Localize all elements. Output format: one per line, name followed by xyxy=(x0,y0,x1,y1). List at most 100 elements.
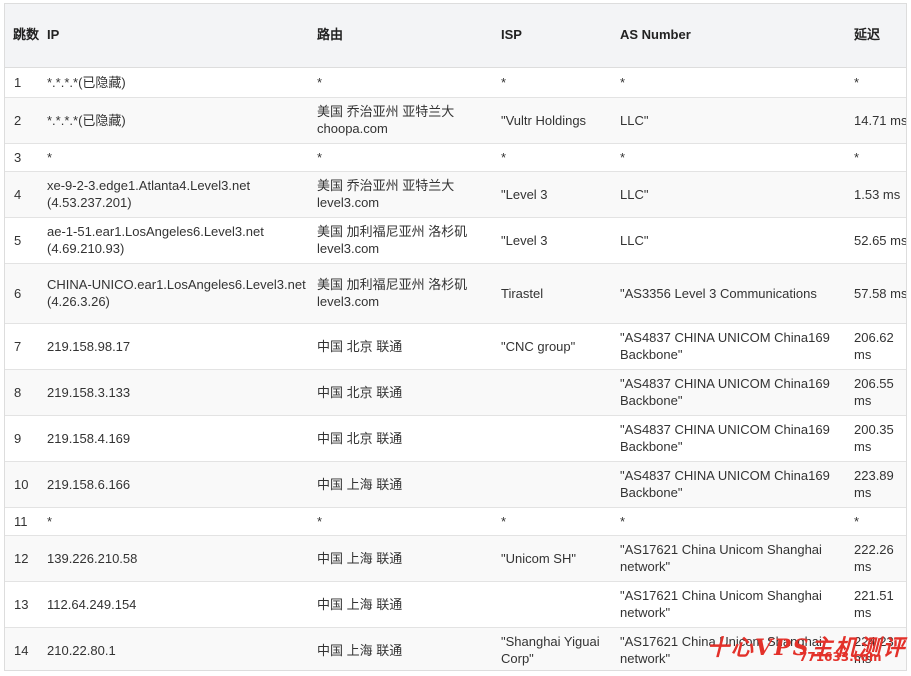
cell-hop: 6 xyxy=(5,262,39,323)
cell-ip: CHINA-UNICO.ear1.LosAngeles6.Level3.net … xyxy=(39,262,309,323)
cell-isp: "Shanghai Yiguai Corp" xyxy=(493,626,612,670)
cell-route: 中国 北京 联通 xyxy=(309,322,493,369)
cell-route: 美国 乔治亚州 亚特兰大 level3.com xyxy=(309,170,493,217)
table-row: 11 * * * * * xyxy=(5,506,906,535)
cell-ip: 219.158.3.133 xyxy=(39,368,309,415)
cell-latency: 222.26 ms xyxy=(846,534,906,581)
cell-isp xyxy=(493,580,612,627)
cell-latency: 221.51 ms xyxy=(846,580,906,627)
cell-latency: 223.89 ms xyxy=(846,460,906,507)
header-row: 跳数 IP 路由 ISP AS Number 延迟 xyxy=(5,4,906,68)
cell-as-number: * xyxy=(612,506,846,535)
cell-ip: * xyxy=(39,142,309,171)
cell-route: 中国 上海 联通 xyxy=(309,460,493,507)
cell-latency: 14.71 ms xyxy=(846,96,906,143)
column-header-ip: IP xyxy=(39,4,309,68)
cell-as-number: LLC" xyxy=(612,96,846,143)
cell-ip: *.*.*.*(已隐藏) xyxy=(39,66,309,97)
cell-route: 中国 上海 联通 xyxy=(309,626,493,670)
cell-hop: 1 xyxy=(5,66,39,97)
cell-hop: 4 xyxy=(5,170,39,217)
cell-isp: * xyxy=(493,506,612,535)
cell-ip: * xyxy=(39,506,309,535)
cell-latency: * xyxy=(846,506,906,535)
cell-ip: *.*.*.*(已隐藏) xyxy=(39,96,309,143)
cell-isp xyxy=(493,460,612,507)
table-row: 2 *.*.*.*(已隐藏) 美国 乔治亚州 亚特兰大 choopa.com "… xyxy=(5,96,906,143)
cell-isp xyxy=(493,414,612,461)
cell-ip: xe-9-2-3.edge1.Atlanta4.Level3.net (4.53… xyxy=(39,170,309,217)
cell-route: 中国 北京 联通 xyxy=(309,414,493,461)
table-row: 13 112.64.249.154 中国 上海 联通 "AS17621 Chin… xyxy=(5,580,906,627)
cell-hop: 9 xyxy=(5,414,39,461)
cell-route: * xyxy=(309,142,493,171)
table-row: 9 219.158.4.169 中国 北京 联通 "AS4837 CHINA U… xyxy=(5,414,906,461)
cell-ip: 219.158.4.169 xyxy=(39,414,309,461)
cell-isp xyxy=(493,368,612,415)
cell-isp: * xyxy=(493,66,612,97)
cell-as-number: * xyxy=(612,142,846,171)
cell-ip: 210.22.80.1 xyxy=(39,626,309,670)
cell-as-number: "AS17621 China Unicom Shanghai network" xyxy=(612,580,846,627)
column-header-latency: 延迟 xyxy=(846,4,906,68)
cell-route: 美国 加利福尼亚州 洛杉矶 level3.com xyxy=(309,262,493,323)
table-row: 7 219.158.98.17 中国 北京 联通 "CNC group" "AS… xyxy=(5,322,906,369)
cell-as-number: LLC" xyxy=(612,170,846,217)
cell-route: 美国 加利福尼亚州 洛杉矶 level3.com xyxy=(309,216,493,263)
cell-ip: ae-1-51.ear1.LosAngeles6.Level3.net (4.6… xyxy=(39,216,309,263)
cell-hop: 2 xyxy=(5,96,39,143)
cell-latency: 224.23 ms xyxy=(846,626,906,670)
table-row: 1 *.*.*.*(已隐藏) * * * * xyxy=(5,66,906,97)
cell-ip: 112.64.249.154 xyxy=(39,580,309,627)
cell-latency: 200.35 ms xyxy=(846,414,906,461)
cell-isp: "Level 3 xyxy=(493,170,612,217)
cell-as-number: "AS4837 CHINA UNICOM China169 Backbone" xyxy=(612,368,846,415)
cell-as-number: "AS17621 China Unicom Shanghai network" xyxy=(612,626,846,670)
cell-as-number: "AS4837 CHINA UNICOM China169 Backbone" xyxy=(612,414,846,461)
cell-as-number: "AS4837 CHINA UNICOM China169 Backbone" xyxy=(612,460,846,507)
cell-isp: Tirastel xyxy=(493,262,612,323)
column-header-route: 路由 xyxy=(309,4,493,68)
cell-as-number: "AS4837 CHINA UNICOM China169 Backbone" xyxy=(612,322,846,369)
table-body: 1 *.*.*.*(已隐藏) * * * * 2 *.*.*.*(已隐藏) 美国… xyxy=(5,66,906,670)
cell-latency: 57.58 ms xyxy=(846,262,906,323)
cell-route: 中国 上海 联通 xyxy=(309,580,493,627)
column-header-hop: 跳数 xyxy=(5,4,39,68)
cell-as-number: * xyxy=(612,66,846,97)
table-row: 3 * * * * * xyxy=(5,142,906,171)
cell-as-number: "AS3356 Level 3 Communications xyxy=(612,262,846,323)
cell-as-number: LLC" xyxy=(612,216,846,263)
cell-route: * xyxy=(309,66,493,97)
cell-route: 中国 北京 联通 xyxy=(309,368,493,415)
traceroute-table: 跳数 IP 路由 ISP AS Number 延迟 1 *.*.*.*(已隐藏)… xyxy=(5,4,906,670)
cell-isp: "Vultr Holdings xyxy=(493,96,612,143)
cell-ip: 139.226.210.58 xyxy=(39,534,309,581)
cell-latency: 206.62 ms xyxy=(846,322,906,369)
cell-route: 中国 上海 联通 xyxy=(309,534,493,581)
cell-ip: 219.158.98.17 xyxy=(39,322,309,369)
cell-isp: "Unicom SH" xyxy=(493,534,612,581)
cell-isp: * xyxy=(493,142,612,171)
table-row: 14 210.22.80.1 中国 上海 联通 "Shanghai Yiguai… xyxy=(5,626,906,670)
cell-latency: 52.65 ms xyxy=(846,216,906,263)
cell-hop: 3 xyxy=(5,142,39,171)
table-row: 10 219.158.6.166 中国 上海 联通 "AS4837 CHINA … xyxy=(5,460,906,507)
table-row: 6 CHINA-UNICO.ear1.LosAngeles6.Level3.ne… xyxy=(5,262,906,323)
cell-hop: 10 xyxy=(5,460,39,507)
cell-hop: 13 xyxy=(5,580,39,627)
cell-hop: 5 xyxy=(5,216,39,263)
table-row: 12 139.226.210.58 中国 上海 联通 "Unicom SH" "… xyxy=(5,534,906,581)
cell-route: * xyxy=(309,506,493,535)
column-header-as-number: AS Number xyxy=(612,4,846,68)
table-row: 5 ae-1-51.ear1.LosAngeles6.Level3.net (4… xyxy=(5,216,906,263)
cell-hop: 12 xyxy=(5,534,39,581)
cell-latency: * xyxy=(846,142,906,171)
table-row: 8 219.158.3.133 中国 北京 联通 "AS4837 CHINA U… xyxy=(5,368,906,415)
cell-hop: 8 xyxy=(5,368,39,415)
cell-hop: 14 xyxy=(5,626,39,670)
cell-route: 美国 乔治亚州 亚特兰大 choopa.com xyxy=(309,96,493,143)
cell-isp: "Level 3 xyxy=(493,216,612,263)
cell-hop: 11 xyxy=(5,506,39,535)
cell-latency: 206.55 ms xyxy=(846,368,906,415)
column-header-isp: ISP xyxy=(493,4,612,68)
